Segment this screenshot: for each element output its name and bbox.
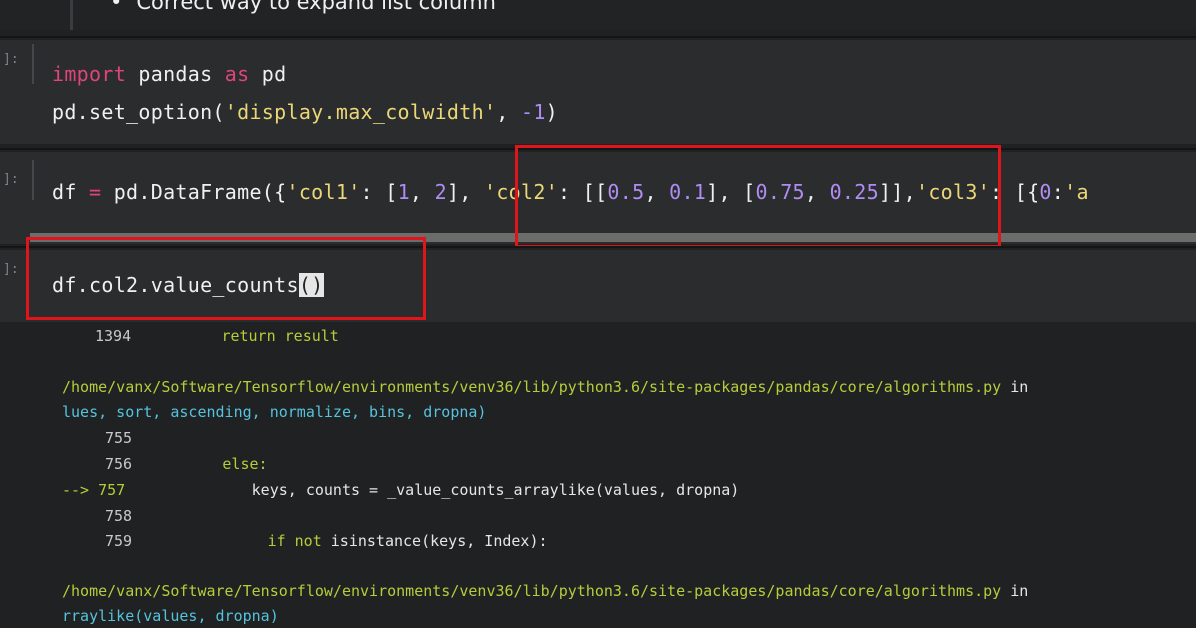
tb-line-756: 756 else: (105, 455, 268, 473)
tb-line-755: 755 (105, 429, 133, 447)
assign-op: = (89, 180, 102, 204)
punct: , (409, 180, 435, 204)
as-keyword: as (224, 62, 250, 86)
option-string: 'display.max_colwidth' (224, 100, 497, 124)
import-keyword: import (52, 62, 127, 86)
tb-line-757: --> 757 keys, counts = _value_counts_arr… (62, 481, 739, 499)
markdown-bullet-text: Correct way to expand list column (110, 0, 496, 14)
line-number: 757 (98, 481, 126, 499)
num: 1 (397, 180, 410, 204)
punct: ], (446, 180, 484, 204)
file-path: /home/vanx/Software/Tensorflow/environme… (62, 582, 1002, 600)
in-word: in (1001, 582, 1029, 600)
key-a: 'a (1064, 180, 1089, 204)
df-var: df (52, 180, 90, 204)
cell-separator (0, 36, 1196, 38)
markdown-quote-bar (70, 0, 73, 30)
current-line-arrow: --> (62, 481, 90, 499)
close-paren: ) (545, 100, 559, 124)
tb-line-759: 759 if not isinstance(keys, Index): (105, 532, 548, 550)
separator: , (496, 100, 521, 124)
tb-path-2: /home/vanx/Software/Tensorflow/environme… (62, 582, 1028, 600)
cell-1-prompt: ]: (3, 52, 19, 67)
code: keys, counts = _value_counts_arraylike(v… (251, 481, 740, 499)
if-keyword: if (267, 532, 286, 550)
not-keyword: not (285, 532, 322, 550)
tb-path-1: /home/vanx/Software/Tensorflow/environme… (62, 378, 1028, 396)
line-number: 759 (105, 532, 133, 550)
num: 0 (1039, 180, 1052, 204)
option-value: -1 (520, 100, 546, 124)
num: 2 (434, 180, 447, 204)
cell-1-line-1[interactable]: import pandas as pd (52, 62, 287, 86)
set-option-call: pd.set_option( (52, 100, 225, 124)
cell-1-line-2[interactable]: pd.set_option('display.max_colwidth', -1… (52, 100, 558, 124)
code-cell-1[interactable] (0, 40, 1196, 144)
tb-signature-2: rraylike(values, dropna) (62, 607, 279, 625)
module-name: pandas (126, 62, 225, 86)
tb-line-758: 758 (105, 507, 133, 525)
punct: : [ (360, 180, 398, 204)
highlight-box-col2 (515, 145, 1001, 248)
tb-line-1394: 1394 return result (95, 327, 339, 345)
cell-2-prompt-bar (32, 160, 34, 200)
else-keyword: else: (222, 455, 268, 473)
dataframe-call: pd.DataFrame({ (101, 180, 287, 204)
cell-1-prompt-bar (32, 44, 34, 84)
module-alias: pd (249, 62, 287, 86)
in-word: in (1001, 378, 1029, 396)
return-stmt: return result (221, 327, 339, 345)
highlight-box-value-counts (26, 237, 426, 320)
cell-2-prompt: ]: (3, 172, 19, 187)
line-number: 756 (105, 455, 133, 473)
code: isinstance(keys, Index): (321, 532, 548, 550)
tb-signature-1: lues, sort, ascending, normalize, bins, … (62, 403, 487, 421)
file-path: /home/vanx/Software/Tensorflow/environme… (62, 378, 1002, 396)
punct: : (1051, 180, 1065, 204)
line-number: 1394 (95, 327, 132, 345)
key-col1: 'col1' (286, 180, 361, 204)
